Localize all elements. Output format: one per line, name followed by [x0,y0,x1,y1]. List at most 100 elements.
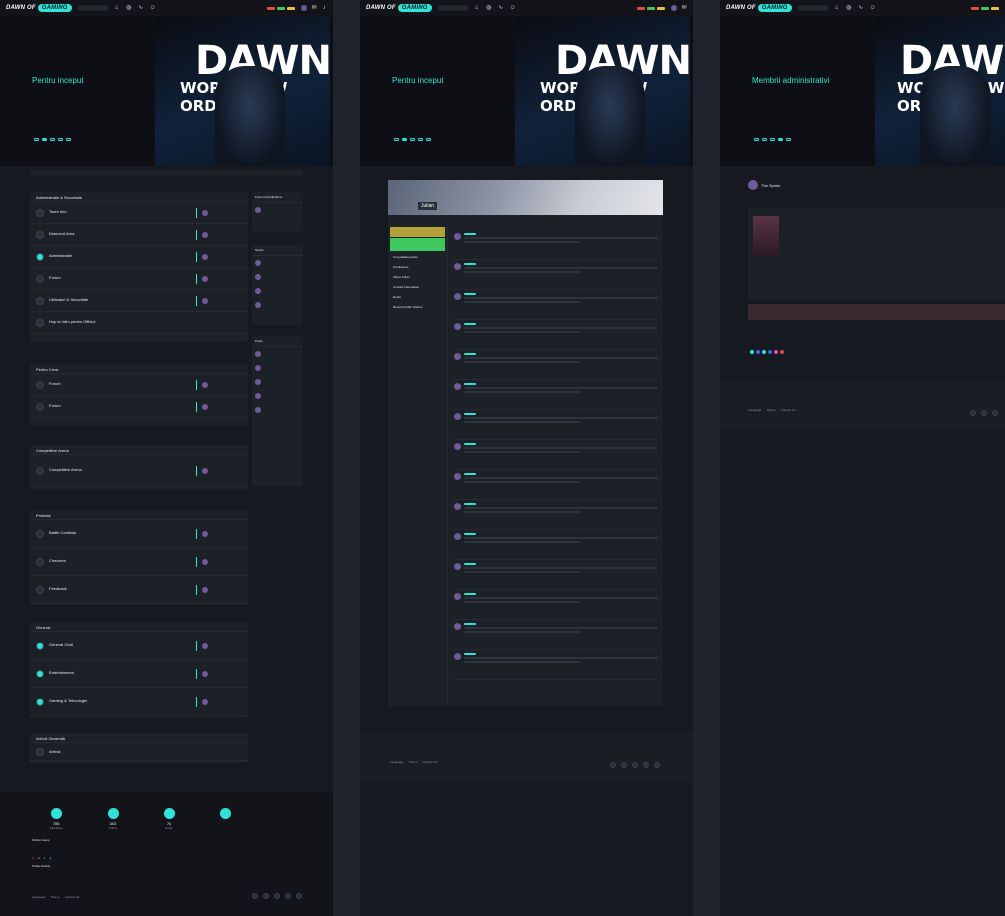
forum-row[interactable]: Hop la Intru pentru Officiul [30,312,248,334]
list-item[interactable] [252,347,303,361]
forum-row[interactable]: Administratie [30,246,248,268]
list-item[interactable] [454,530,658,560]
list-item[interactable] [252,284,303,298]
user-icon[interactable]: ☺ [150,5,156,11]
follow-button[interactable] [390,238,445,251]
social-icon[interactable] [252,893,258,899]
hero-art: DAWN WORLD NEW ORDER [875,16,1005,166]
forum-row[interactable]: Utilizatori & Securitate [30,290,248,312]
list-item[interactable] [454,350,658,380]
chart-icon[interactable]: ∿ [138,5,144,11]
list-item[interactable] [252,375,303,389]
avatar[interactable] [671,5,677,11]
list-item[interactable] [454,290,658,320]
forum-row[interactable]: Checkers [30,548,248,576]
list-item[interactable] [454,620,658,650]
topic-title: The Spinto [761,182,781,188]
forum-row[interactable]: Entertainment [30,660,248,688]
forum-row[interactable]: Arhivă [30,743,248,761]
list-item[interactable] [454,410,658,440]
list-item[interactable] [252,270,303,284]
forum-icon [36,252,44,261]
search-input[interactable] [77,5,108,11]
social-icon[interactable] [285,893,291,899]
mail-icon[interactable]: ✉ [681,5,687,11]
list-item[interactable] [454,230,658,260]
share-icon[interactable] [780,350,784,354]
list-item[interactable] [252,361,303,375]
list-item[interactable] [252,403,303,417]
forum-row[interactable]: Feedback [30,576,248,604]
forum-row[interactable]: Forum [30,268,248,290]
share-icon[interactable] [756,350,760,354]
social-icon[interactable] [610,762,616,768]
globe-icon[interactable]: ◍ [126,5,132,11]
share-icon[interactable] [774,350,778,354]
social-icon[interactable] [621,762,627,768]
social-icon[interactable] [992,410,998,416]
forum-row[interactable]: Battle Contests [30,520,248,548]
share-icon[interactable] [762,350,766,354]
forum-section: Competitive Arena Competitive Arena [30,445,248,490]
section-title: Arhivă Generală [30,733,248,743]
home-icon[interactable]: ⌂ [834,5,840,11]
social-icon[interactable] [632,762,638,768]
home-icon[interactable]: ⌂ [474,5,480,11]
mail-icon[interactable]: ✉ [311,5,317,11]
sidebar-posts: Posts [252,336,303,486]
forum-row[interactable]: Diamond Area [30,224,248,246]
forum-row[interactable]: Competitive Arena [30,455,248,487]
chart-icon[interactable]: ∿ [498,5,504,11]
home-icon[interactable]: ⌂ [114,5,120,11]
social-icon[interactable] [970,410,976,416]
admin-post-card [748,208,1005,300]
globe-icon[interactable]: ◍ [486,5,492,11]
list-item[interactable] [454,560,658,590]
forum-row[interactable]: Forum [30,374,248,396]
social-icon[interactable] [274,893,280,899]
carousel-dots[interactable] [394,138,431,141]
list-item[interactable] [252,298,303,312]
list-item[interactable] [454,440,658,470]
carousel-dots[interactable] [34,138,71,141]
list-item[interactable] [454,470,658,500]
social-icon[interactable] [643,762,649,768]
forum-row[interactable]: Gaming & Tehnologie [30,688,248,716]
user-icon[interactable]: ☺ [510,5,516,11]
list-item[interactable] [454,500,658,530]
post-image [753,216,779,256]
sidebar-contributors: Forum Contributions [252,192,303,232]
logo[interactable]: DAWN OF GAMING [366,4,432,12]
forum-icon [36,318,44,327]
avatar[interactable] [301,5,307,11]
user-icon[interactable]: ☺ [870,5,876,11]
list-item[interactable] [252,256,303,270]
share-icon[interactable] [768,350,772,354]
social-icon[interactable] [981,410,987,416]
social-icon[interactable] [296,893,302,899]
globe-icon[interactable]: ◍ [846,5,852,11]
list-item[interactable] [454,320,658,350]
bell-icon[interactable]: ♪ [321,5,327,11]
search-input[interactable] [437,5,468,11]
notice-bar [748,304,1005,320]
social-icon[interactable] [654,762,660,768]
hero-art: DAWN WORLD NEW ORDER [155,16,332,166]
logo[interactable]: DAWN OF GAMING [726,4,792,12]
list-item[interactable] [454,650,658,680]
list-item[interactable] [454,590,658,620]
list-item[interactable] [252,203,303,217]
share-icon[interactable] [750,350,754,354]
forum-row[interactable]: Forum [30,396,248,418]
list-item[interactable] [454,260,658,290]
chart-icon[interactable]: ∿ [858,5,864,11]
list-item[interactable] [252,389,303,403]
forum-row[interactable]: General Chat [30,632,248,660]
carousel-dots[interactable] [754,138,791,141]
search-input[interactable] [797,5,828,11]
hero-soldier-image [920,66,990,166]
social-icon[interactable] [263,893,269,899]
logo[interactable]: DAWN OF GAMING [6,4,72,12]
forum-row[interactable]: Team Info [30,202,248,224]
list-item[interactable] [454,380,658,410]
